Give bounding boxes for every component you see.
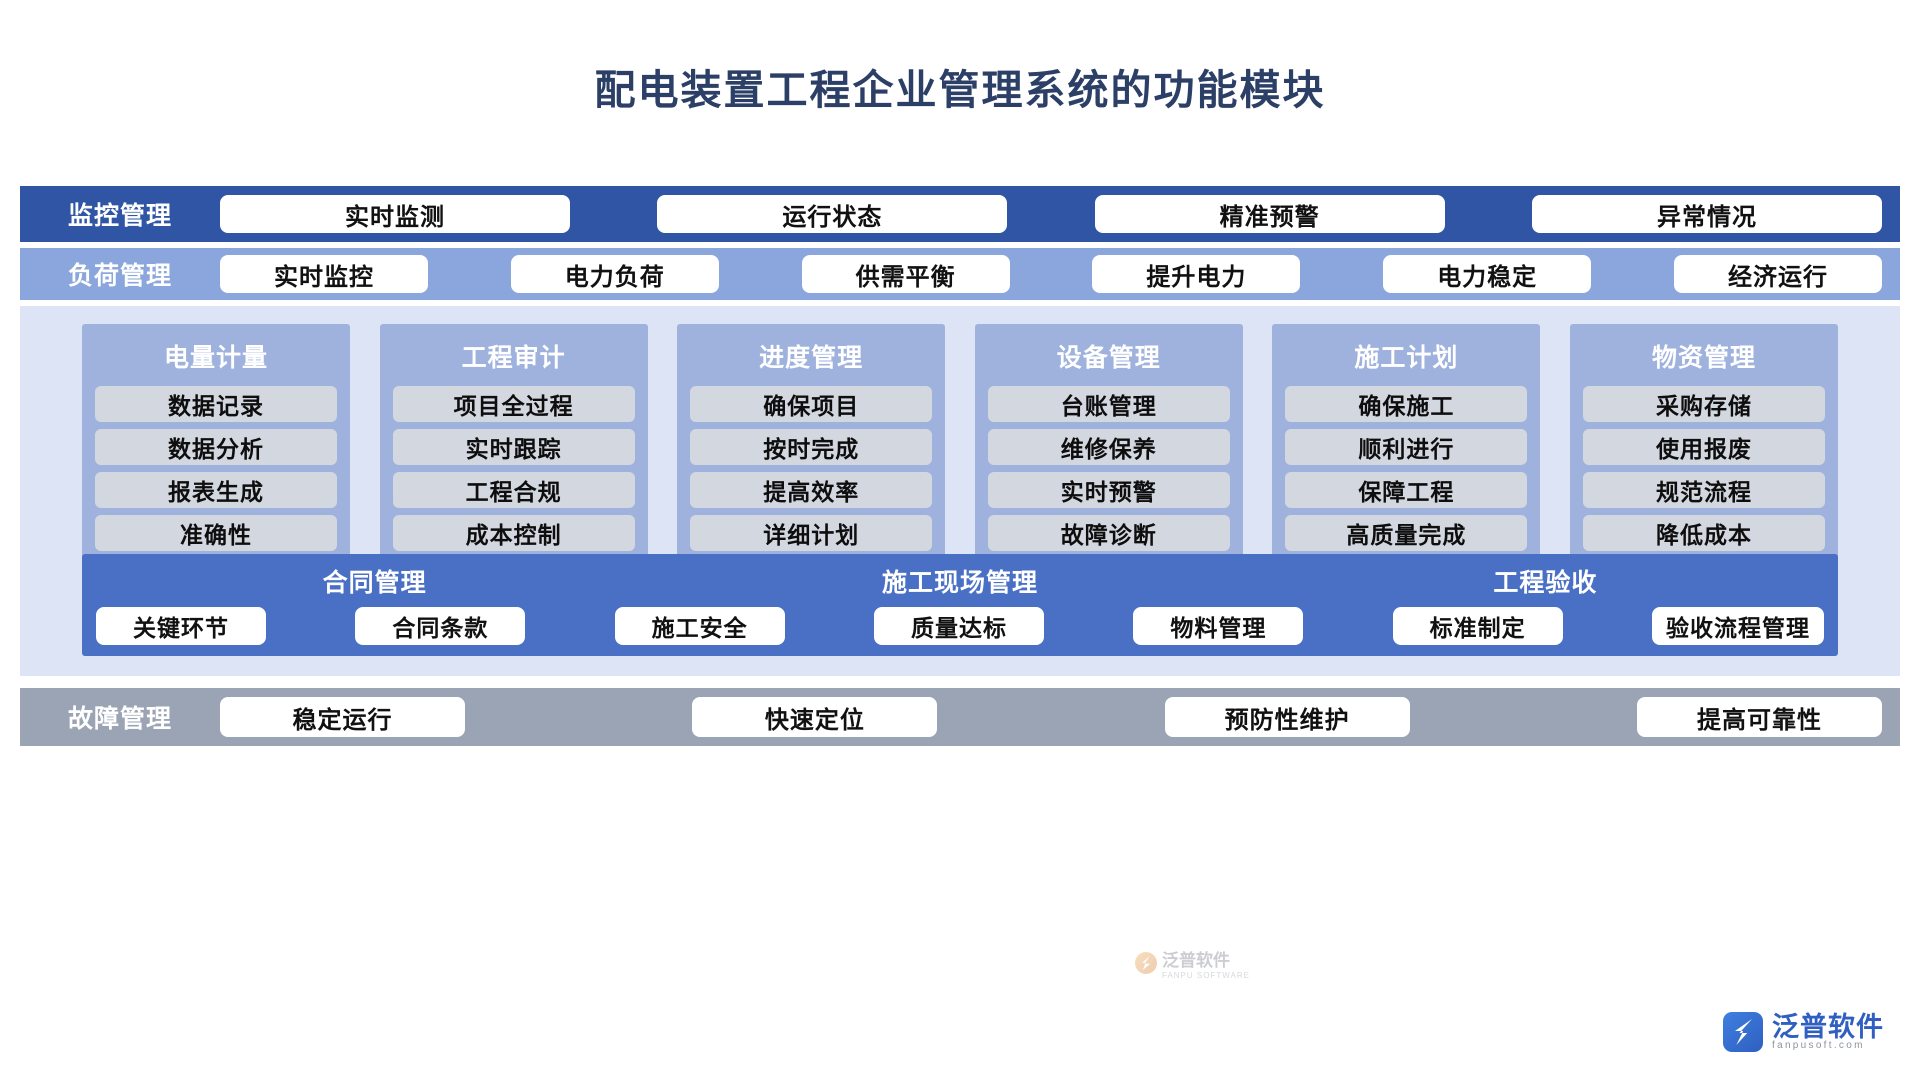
module-column-engineering-audit[interactable]: 工程审计 项目全过程 实时跟踪 工程合规 成本控制: [379, 324, 648, 565]
row-load-management: 负荷管理 实时监控 电力负荷 供需平衡 提升电力 电力稳定 经济运行: [20, 248, 1900, 300]
contract-pill-1[interactable]: 合同条款: [355, 607, 526, 645]
column-1-item-2[interactable]: 工程合规: [392, 472, 635, 508]
column-4-item-3[interactable]: 高质量完成: [1285, 515, 1528, 551]
brand-name: 泛普软件: [1772, 1011, 1884, 1042]
pill-fault-2[interactable]: 预防性维护: [1164, 697, 1410, 737]
brand-domain: fanpusoft.com: [1772, 1039, 1865, 1051]
contract-pill-6[interactable]: 验收流程管理: [1651, 607, 1824, 645]
page-title: 配电装置工程企业管理系统的功能模块: [594, 67, 1326, 113]
brand-logo-icon: [1723, 1012, 1763, 1052]
column-title-0: 电量计量: [163, 345, 268, 372]
column-2-item-2[interactable]: 提高效率: [690, 472, 933, 508]
contract-headings: 合同管理 施工现场管理 工程验收: [82, 554, 1838, 599]
brand-logo: 泛普软件 fanpusoft.com: [1723, 1012, 1884, 1052]
pill-monitor-2[interactable]: 精准预警: [1094, 195, 1445, 233]
diagram-page: 配电装置工程企业管理系统的功能模块 监控管理 实时监测 运行状态 精准预警 异常…: [0, 0, 1920, 1080]
watermark-text: 泛普软件: [1162, 951, 1230, 970]
pill-fault-0[interactable]: 稳定运行: [220, 697, 465, 737]
column-title-4: 施工计划: [1354, 345, 1459, 372]
pill-load-5[interactable]: 经济运行: [1673, 255, 1882, 293]
pill-monitor-0[interactable]: 实时监测: [220, 195, 570, 233]
column-3-item-3[interactable]: 故障诊断: [987, 515, 1230, 551]
column-2-item-0[interactable]: 确保项目: [690, 386, 933, 422]
column-4-item-0[interactable]: 确保施工: [1285, 386, 1528, 422]
contract-pill-5[interactable]: 标准制定: [1392, 607, 1563, 645]
column-0-item-1[interactable]: 数据分析: [95, 429, 337, 465]
module-column-electricity-metering[interactable]: 电量计量 数据记录 数据分析 报表生成 准确性: [82, 324, 350, 565]
brand-logo-text: 泛普软件 fanpusoft.com: [1772, 1011, 1884, 1052]
row-items-monitoring: 实时监测 运行状态 精准预警 异常情况: [220, 195, 1900, 233]
column-4-item-2[interactable]: 保障工程: [1285, 472, 1528, 508]
watermark: 泛普软件 FANPU SOFTWARE: [1135, 946, 1250, 980]
column-3-item-0[interactable]: 台账管理: [987, 386, 1230, 422]
column-1-item-0[interactable]: 项目全过程: [392, 386, 635, 422]
watermark-subtext: FANPU SOFTWARE: [1162, 971, 1250, 980]
pill-load-2[interactable]: 供需平衡: [801, 255, 1010, 293]
contract-items: 关键环节 合同条款 施工安全 质量达标 物料管理 标准制定 验收流程管理: [82, 599, 1838, 645]
column-5-item-2[interactable]: 规范流程: [1582, 472, 1825, 508]
module-columns: 电量计量 数据记录 数据分析 报表生成 准确性 工程审计 项目全过程 实时跟踪 …: [82, 324, 1838, 565]
contract-heading-1: 施工现场管理: [881, 570, 1038, 597]
pill-load-3[interactable]: 提升电力: [1092, 255, 1301, 293]
column-5-item-0[interactable]: 采购存储: [1582, 386, 1825, 422]
column-2-item-1[interactable]: 按时完成: [690, 429, 933, 465]
column-title-1: 工程审计: [461, 345, 566, 372]
module-column-material-management[interactable]: 物资管理 采购存储 使用报废 规范流程 降低成本: [1569, 324, 1838, 565]
contract-pill-4[interactable]: 物料管理: [1133, 607, 1304, 645]
contract-pill-3[interactable]: 质量达标: [873, 607, 1044, 645]
module-column-construction-plan[interactable]: 施工计划 确保施工 顺利进行 保障工程 高质量完成: [1272, 324, 1541, 565]
column-3-item-1[interactable]: 维修保养: [987, 429, 1230, 465]
column-5-item-3[interactable]: 降低成本: [1582, 515, 1825, 551]
column-0-item-0[interactable]: 数据记录: [95, 386, 337, 422]
pill-load-1[interactable]: 电力负荷: [510, 255, 719, 293]
pill-load-4[interactable]: 电力稳定: [1383, 255, 1592, 293]
column-title-2: 进度管理: [759, 345, 864, 372]
row-label-monitoring: 监控管理: [67, 203, 172, 230]
column-4-item-1[interactable]: 顺利进行: [1285, 429, 1528, 465]
module-column-progress-management[interactable]: 进度管理 确保项目 按时完成 提高效率 详细计划: [677, 324, 946, 565]
column-1-item-1[interactable]: 实时跟踪: [392, 429, 635, 465]
module-column-equipment-management[interactable]: 设备管理 台账管理 维修保养 实时预警 故障诊断: [974, 324, 1243, 565]
watermark-logo-icon: [1135, 952, 1157, 974]
contract-heading-0: 合同管理: [322, 570, 427, 597]
pill-load-0[interactable]: 实时监控: [220, 255, 428, 293]
row-items-fault: 稳定运行 快速定位 预防性维护 提高可靠性: [220, 697, 1900, 737]
column-0-item-2[interactable]: 报表生成: [95, 472, 337, 508]
contract-site-acceptance-band: 合同管理 施工现场管理 工程验收 关键环节 合同条款 施工安全 质量达标 物料管…: [82, 554, 1838, 656]
row-items-load: 实时监控 电力负荷 供需平衡 提升电力 电力稳定 经济运行: [220, 255, 1900, 293]
pill-fault-3[interactable]: 提高可靠性: [1636, 697, 1882, 737]
column-1-item-3[interactable]: 成本控制: [392, 515, 635, 551]
pill-fault-1[interactable]: 快速定位: [692, 697, 938, 737]
middle-modules-section: 电量计量 数据记录 数据分析 报表生成 准确性 工程审计 项目全过程 实时跟踪 …: [20, 306, 1900, 980]
pill-monitor-3[interactable]: 异常情况: [1531, 195, 1882, 233]
column-title-3: 设备管理: [1056, 345, 1161, 372]
column-3-item-2[interactable]: 实时预警: [987, 472, 1230, 508]
column-0-item-3[interactable]: 准确性: [95, 515, 337, 551]
row-fault-management: 故障管理 稳定运行 快速定位 预防性维护 提高可靠性: [20, 688, 1900, 746]
column-2-item-3[interactable]: 详细计划: [690, 515, 933, 551]
row-label-load: 负荷管理: [67, 263, 172, 290]
contract-pill-2[interactable]: 施工安全: [614, 607, 785, 645]
row-monitoring-management: 监控管理 实时监测 运行状态 精准预警 异常情况: [20, 186, 1900, 242]
contract-heading-2: 工程验收: [1493, 570, 1598, 597]
pill-monitor-1[interactable]: 运行状态: [657, 195, 1008, 233]
column-5-item-1[interactable]: 使用报废: [1582, 429, 1825, 465]
row-label-fault: 故障管理: [67, 706, 172, 733]
contract-pill-0[interactable]: 关键环节: [96, 607, 266, 645]
column-title-5: 物资管理: [1651, 345, 1756, 372]
